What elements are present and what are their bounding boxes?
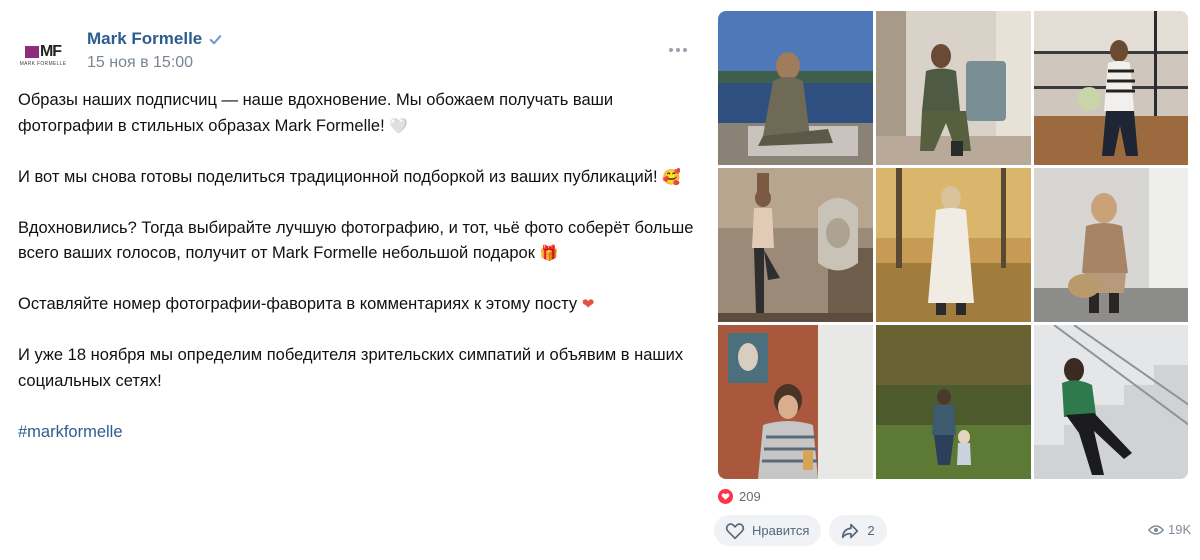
post-paragraph: Оставляйте номер фотографии-фаворита в к… <box>18 292 703 318</box>
share-arrow-icon <box>842 523 859 538</box>
photo-2-image <box>876 11 1031 165</box>
views-counter: 19K <box>1148 522 1191 537</box>
heart-reaction-icon <box>718 489 733 504</box>
share-count: 2 <box>867 523 875 538</box>
paragraph-text: Оставляйте номер фотографии-фаворита в к… <box>18 295 578 313</box>
gift-emoji: 🎁 <box>539 244 559 262</box>
heart-outline-icon <box>725 522 745 539</box>
photo-1-image <box>718 11 873 165</box>
post-card: MF MARK FORMELLE Mark Formelle 15 ноя в … <box>0 0 1200 560</box>
photo-grid <box>718 11 1188 479</box>
photo-4-image <box>718 168 873 322</box>
paragraph-text: И уже 18 ноября мы определим победителя … <box>18 346 684 390</box>
likes-count: 209 <box>739 489 761 504</box>
post-paragraph: Вдохновились? Тогда выбирайте лучшую фот… <box>18 216 703 267</box>
paragraph-text: И вот мы снова готовы поделиться традици… <box>18 167 658 186</box>
more-options-button[interactable] <box>666 40 690 60</box>
logo-mark: MF <box>24 42 62 60</box>
photo-5[interactable] <box>876 168 1031 322</box>
post-actions: Нравится 2 <box>714 515 887 546</box>
reactions-summary[interactable]: 209 <box>718 489 761 504</box>
views-count: 19K <box>1168 522 1192 537</box>
author-name[interactable]: Mark Formelle <box>87 29 202 49</box>
smiling-face-hearts-emoji: 🥰 <box>662 167 681 186</box>
photo-3[interactable] <box>1034 11 1188 165</box>
logo-subtext: MARK FORMELLE <box>19 60 67 67</box>
post-text: Образы наших подписчиц — наше вдохновени… <box>18 88 703 471</box>
white-heart-emoji: 🤍 <box>389 116 408 135</box>
verified-check-icon <box>210 34 222 44</box>
avatar[interactable]: MF MARK FORMELLE <box>18 30 68 80</box>
photo-3-image <box>1034 11 1188 165</box>
orange-heart-emoji: ❤ <box>581 295 595 313</box>
post-date[interactable]: 15 ноя в 15:00 <box>87 54 193 72</box>
like-button[interactable]: Нравится <box>714 515 822 546</box>
photo-2[interactable] <box>876 11 1031 165</box>
logo-square <box>24 45 39 58</box>
more-dots-icon <box>683 48 687 52</box>
photo-1[interactable] <box>718 11 873 165</box>
paragraph-text: Образы наших подписчиц — наше вдохновени… <box>18 91 614 135</box>
photo-8[interactable] <box>876 325 1031 479</box>
photo-7-image <box>718 325 873 479</box>
author-row: Mark Formelle <box>87 29 223 49</box>
post-paragraph: #markformelle <box>18 420 703 446</box>
like-label: Нравится <box>752 523 810 538</box>
more-dots-icon <box>669 48 673 52</box>
paragraph-text: Вдохновились? Тогда выбирайте лучшую фот… <box>18 218 694 263</box>
hashtag-link[interactable]: #markformelle <box>18 423 123 441</box>
post-paragraph: И вот мы снова готовы поделиться традици… <box>18 165 703 191</box>
photo-8-image <box>876 325 1031 479</box>
photo-9-image <box>1034 325 1188 479</box>
logo-text: MF <box>39 42 62 60</box>
photo-6[interactable] <box>1034 168 1188 322</box>
post-paragraph: И уже 18 ноября мы определим победителя … <box>18 343 703 394</box>
photo-9[interactable] <box>1034 325 1188 479</box>
photo-5-image <box>876 168 1031 322</box>
photo-4[interactable] <box>718 168 873 322</box>
post-header: MF MARK FORMELLE Mark Formelle 15 ноя в … <box>18 24 698 80</box>
photo-6-image <box>1034 168 1188 322</box>
eye-icon <box>1148 524 1164 535</box>
more-dots-icon <box>676 48 680 52</box>
post-paragraph: Образы наших подписчиц — наше вдохновени… <box>18 88 703 139</box>
share-button[interactable]: 2 <box>829 515 887 546</box>
photo-7[interactable] <box>718 325 873 479</box>
